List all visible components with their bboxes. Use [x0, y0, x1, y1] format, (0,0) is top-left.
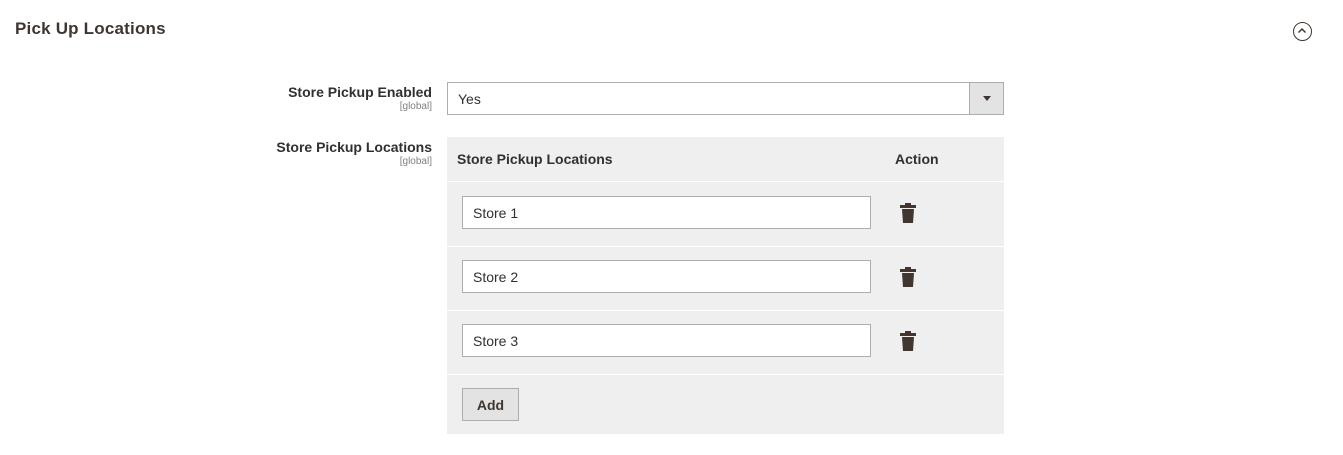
table-row — [447, 183, 1004, 247]
section-title: Pick Up Locations — [15, 19, 166, 38]
store-pickup-enabled-label: Store Pickup Enabled — [288, 84, 432, 100]
location-input[interactable] — [462, 260, 871, 293]
location-input[interactable] — [462, 196, 871, 229]
grid-header: Store Pickup Locations Action — [447, 137, 1004, 182]
section-header[interactable]: Pick Up Locations — [0, 0, 1343, 60]
table-row — [447, 247, 1004, 311]
chevron-up-icon — [1297, 27, 1307, 34]
dropdown-arrow-icon[interactable] — [969, 83, 1003, 114]
scope-label: [global] — [399, 101, 432, 112]
store-pickup-locations-label-group: Store Pickup Locations [global] — [276, 138, 432, 168]
store-pickup-enabled-label-group: Store Pickup Enabled [global] — [288, 83, 432, 113]
select-value: Yes — [458, 91, 481, 107]
store-pickup-locations-grid: Store Pickup Locations Action Add — [447, 137, 1004, 434]
add-location-button[interactable]: Add — [462, 388, 519, 421]
column-header-locations: Store Pickup Locations — [457, 151, 613, 167]
store-pickup-locations-label: Store Pickup Locations — [276, 139, 432, 155]
location-input[interactable] — [462, 324, 871, 357]
collapse-section-button[interactable] — [1293, 22, 1312, 41]
column-header-action: Action — [895, 151, 939, 167]
trash-icon[interactable] — [899, 203, 917, 223]
scope-label: [global] — [399, 156, 432, 167]
trash-icon[interactable] — [899, 267, 917, 287]
trash-icon[interactable] — [899, 331, 917, 351]
store-pickup-enabled-select[interactable]: Yes — [447, 82, 1004, 115]
table-row — [447, 311, 1004, 375]
